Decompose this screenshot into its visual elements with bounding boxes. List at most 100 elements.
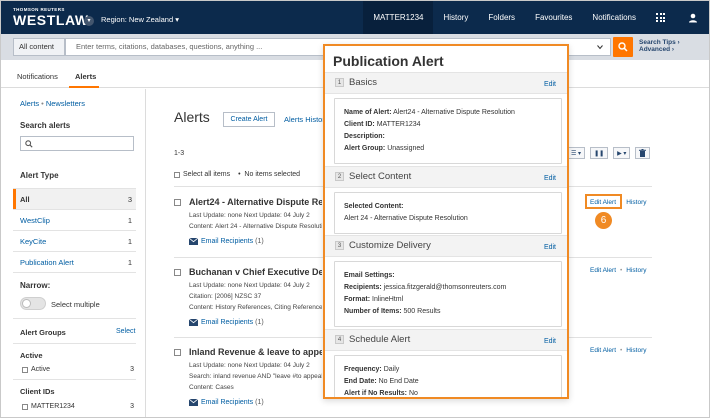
active-filter-row[interactable]: Active 3: [22, 366, 134, 373]
email-recipients-label: Email Recipients: [201, 319, 254, 326]
section-basics-box: Name of Alert: Alert24 - Alternative Dis…: [334, 98, 562, 164]
alert-type-count: 1: [127, 216, 132, 225]
left-filter-panel: Alerts • Newsletters Search alerts Alert T…: [1, 89, 146, 417]
alert-type-count: 3: [127, 195, 132, 204]
section-schedule-alert-box: Frequency: Daily End Date: No End Date A…: [334, 355, 562, 397]
alerts-history-link[interactable]: Alerts History: [284, 115, 329, 124]
row-checkbox[interactable]: [174, 349, 181, 356]
client-id-filter-count: 3: [130, 403, 134, 410]
create-alert-button[interactable]: Create Alert: [223, 112, 275, 127]
nav-client-id[interactable]: MATTER1234: [363, 1, 434, 34]
step-callout: 6: [595, 212, 612, 229]
alert-type-label: KeyCite: [20, 237, 47, 246]
advanced-search-link[interactable]: Advanced ›: [639, 46, 680, 53]
tab-notifications[interactable]: Notifications: [17, 72, 58, 81]
brand-logo[interactable]: WESTLAW: [13, 12, 89, 28]
alert-update-info: Last Update: none Next Update: 04 July 2: [189, 212, 310, 219]
content-type-select[interactable]: All content: [13, 38, 65, 56]
search-alerts-input[interactable]: [20, 136, 134, 151]
history-link[interactable]: History: [626, 199, 646, 206]
alert-title[interactable]: Buchanan v Chief Executive Department: [189, 267, 322, 277]
breadcrumb-alerts[interactable]: Alerts: [20, 99, 39, 108]
alert-type-all[interactable]: All 3: [13, 189, 136, 209]
breadcrumb-newsletters[interactable]: Newsletters: [46, 99, 85, 108]
alert-title[interactable]: Alert24 - Alternative Dispute Resolution: [189, 197, 322, 207]
section-schedule-alert-edit-link[interactable]: Edit: [544, 338, 556, 345]
row-checkbox[interactable]: [174, 199, 181, 206]
row-checkbox[interactable]: [174, 269, 181, 276]
tab-alerts[interactable]: Alerts: [75, 72, 96, 81]
brand-menu-chevron-icon[interactable]: ▾: [84, 16, 94, 26]
more-actions-button[interactable]: ☰ ▾: [567, 147, 586, 159]
nav-history[interactable]: History: [433, 1, 478, 34]
email-recipients-label: Email Recipients: [201, 238, 254, 245]
select-all-row: Select all items • No items selected: [174, 171, 300, 178]
nav-notifications[interactable]: Notifications: [582, 1, 646, 34]
edit-alert-link[interactable]: Edit Alert: [590, 347, 616, 354]
alert-type-publication[interactable]: Publication Alert 1: [13, 252, 136, 272]
section-select-content-edit-link[interactable]: Edit: [544, 175, 556, 182]
alert-title[interactable]: Inland Revenue & leave to appeal: [189, 347, 322, 357]
section-title: Basics: [349, 77, 377, 88]
user-icon[interactable]: [687, 12, 699, 24]
search-button[interactable]: [613, 37, 633, 57]
result-range: 1-3: [174, 150, 185, 157]
section-basics-header: 1 Basics: [335, 77, 377, 88]
alert-groups-select-link[interactable]: Select: [116, 328, 135, 335]
search-icon: [25, 140, 33, 148]
section-schedule-alert-header: 4 Schedule Alert: [335, 334, 410, 345]
history-link[interactable]: History: [626, 347, 646, 354]
delete-button[interactable]: [635, 147, 651, 159]
section-number: 4: [335, 335, 344, 344]
region-selector[interactable]: Region: New Zealand ▾: [101, 15, 179, 24]
top-nav: MATTER1234 History Folders Favourites No…: [363, 1, 675, 34]
alert-type-westclip[interactable]: WestClip 1: [13, 210, 136, 230]
email-recipients-link[interactable]: Email Recipients (1): [189, 238, 264, 245]
alert-content-info: Content: Alert 24 - Alternative Dispute …: [189, 223, 322, 230]
nav-favourites[interactable]: Favourites: [525, 1, 582, 34]
section-customize-delivery-edit-link[interactable]: Edit: [544, 244, 556, 251]
trash-icon: [639, 149, 647, 157]
play-button[interactable]: ▶ ▾: [613, 147, 631, 159]
search-tips-link[interactable]: Search Tips ›: [639, 39, 680, 46]
alert-update-info: Last Update: none Next Update: 04 July 2: [189, 282, 310, 289]
active-tab-indicator: [69, 86, 99, 88]
alert-type-keycite[interactable]: KeyCite 1: [13, 231, 136, 251]
detail-line: Recipients: jessica.fitzgerald@thomsonre…: [344, 284, 507, 291]
history-link[interactable]: History: [626, 267, 646, 274]
nav-folders[interactable]: Folders: [478, 1, 525, 34]
top-header: THOMSON REUTERS WESTLAW ▾ Region: New Ze…: [1, 1, 709, 34]
section-basics-edit-link[interactable]: Edit: [544, 81, 556, 88]
detail-line: Alert Group: Unassigned: [344, 145, 425, 152]
search-dropdown-chevron-icon[interactable]: [597, 44, 603, 50]
section-number: 3: [335, 241, 344, 250]
client-id-filter-row[interactable]: MATTER1234 3: [22, 403, 134, 410]
select-all-checkbox[interactable]: [174, 171, 180, 178]
detail-line: Frequency: Daily: [344, 366, 400, 373]
alert-content-info: Content: Cases: [189, 384, 234, 391]
search-tips-links: Search Tips › Advanced ›: [639, 39, 680, 53]
row-actions: Edit Alert • History: [590, 267, 647, 274]
active-filter-label: Active: [31, 366, 51, 373]
detail-line: Client ID: MATTER1234: [344, 121, 421, 128]
detail-line: Description:: [344, 133, 385, 140]
section-title: Customize Delivery: [349, 240, 431, 251]
email-recipients-link[interactable]: Email Recipients (1): [189, 399, 264, 406]
no-items-selected-text: No items selected: [244, 171, 301, 178]
active-checkbox[interactable]: [22, 366, 28, 373]
edit-alert-link[interactable]: Edit Alert: [590, 267, 616, 274]
select-multiple-toggle[interactable]: [20, 297, 46, 310]
pause-button[interactable]: ❚❚: [590, 147, 609, 159]
detail-line: Email Settings:: [344, 272, 395, 279]
page-title: Alerts: [174, 109, 210, 125]
search-icon: [618, 42, 628, 52]
email-recipients-link[interactable]: Email Recipients (1): [189, 319, 264, 326]
client-id-checkbox[interactable]: [22, 403, 28, 410]
apps-grid-icon[interactable]: [656, 13, 665, 22]
region-label: Region: New Zealand: [101, 15, 174, 24]
search-alerts-title: Search alerts: [20, 121, 71, 130]
app-frame: THOMSON REUTERS WESTLAW ▾ Region: New Ze…: [0, 0, 710, 418]
detail-line: Selected Content:: [344, 203, 404, 210]
alert-update-info: Last Update: none Next Update: 04 July 2: [189, 362, 310, 369]
client-ids-title: Client IDs: [20, 387, 55, 396]
